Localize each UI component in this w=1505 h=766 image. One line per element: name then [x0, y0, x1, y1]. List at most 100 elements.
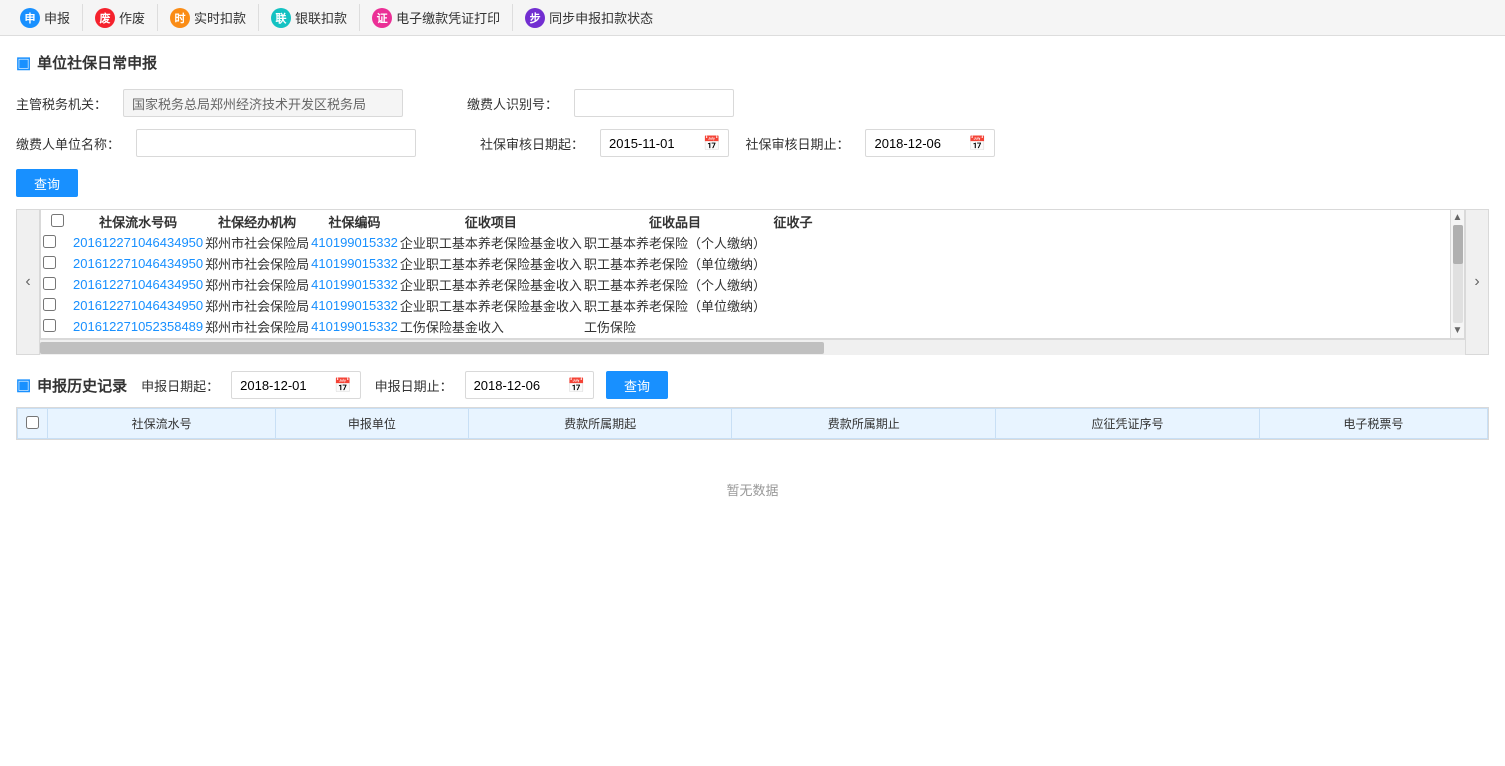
row-checkbox-cell: [43, 254, 71, 273]
history-title-text: 申报历史记录: [37, 375, 127, 396]
row-code[interactable]: 410199015332: [311, 296, 398, 315]
row-org: 郑州市社会保险局: [205, 254, 309, 273]
realtime-label: 实时扣款: [194, 8, 246, 27]
tax-authority-label: 主管税务机关：: [16, 94, 107, 113]
row-sub2: [768, 275, 818, 294]
toolbar-item-apply[interactable]: 申 申报: [8, 4, 83, 31]
history-header: ▣ 申报历史记录 申报日期起： 📅 申报日期止： 📅 查询: [16, 371, 1489, 399]
form-row-1: 主管税务机关： 缴费人识别号：: [16, 89, 1489, 117]
date-end-wrap[interactable]: 📅: [865, 129, 994, 157]
row-serial[interactable]: 201612271046434950: [73, 296, 203, 315]
toolbar-item-unionpay[interactable]: 联 银联扣款: [259, 4, 360, 31]
row-sub: 职工基本养老保险（个人缴纳）: [584, 233, 766, 252]
row-serial[interactable]: 201612271052358489: [73, 317, 203, 336]
row-sub2: [768, 317, 818, 336]
toolbar: 申 申报 废 作废 时 实时扣款 联 银联扣款 证 电子缴款凭证打印 步 同步申…: [0, 0, 1505, 36]
row-sub2: [768, 254, 818, 273]
toolbar-item-sync[interactable]: 步 同步申报扣款状态: [513, 4, 665, 31]
history-query-button[interactable]: 查询: [606, 371, 668, 399]
row-item: 企业职工基本养老保险基金收入: [400, 254, 582, 273]
query-row: 查询: [16, 169, 1489, 197]
row-checkbox[interactable]: [43, 298, 56, 311]
table-row: 201612271046434950 郑州市社会保险局 410199015332…: [43, 254, 818, 273]
row-checkbox[interactable]: [43, 235, 56, 248]
history-start-wrap[interactable]: 📅: [231, 371, 360, 399]
history-table-header-row: 社保流水号 申报单位 费款所属期起 费款所属期止 应征凭证序号 电子税票号: [18, 409, 1488, 439]
row-org: 郑州市社会保险局: [205, 296, 309, 315]
vscroll-down-arrow[interactable]: ▼: [1453, 325, 1463, 336]
history-start-input[interactable]: [240, 378, 330, 393]
date-end-calendar-icon[interactable]: 📅: [968, 135, 985, 152]
row-code[interactable]: 410199015332: [311, 317, 398, 336]
toolbar-item-print[interactable]: 证 电子缴款凭证打印: [360, 4, 513, 31]
payer-name-input[interactable]: [136, 129, 416, 157]
toolbar-item-realtime[interactable]: 时 实时扣款: [158, 4, 259, 31]
row-sub2: [768, 233, 818, 252]
history-start-calendar-icon[interactable]: 📅: [334, 377, 351, 394]
date-end-input[interactable]: [874, 136, 964, 151]
row-checkbox[interactable]: [43, 277, 56, 290]
row-serial[interactable]: 20161227104643495​0: [73, 233, 203, 252]
sync-icon: 步: [525, 8, 545, 28]
row-item: 企业职工基本养老保险基金收入: [400, 296, 582, 315]
print-label: 电子缴款凭证打印: [396, 8, 500, 27]
row-code[interactable]: 410199015332: [311, 254, 398, 273]
toolbar-item-discard[interactable]: 废 作废: [83, 4, 158, 31]
row-code[interactable]: 410199015332: [311, 275, 398, 294]
unionpay-label: 银联扣款: [295, 8, 347, 27]
row-item: 工伤保险基金收入: [400, 317, 582, 336]
row-checkbox[interactable]: [43, 256, 56, 269]
history-start-label: 申报日期起：: [139, 376, 219, 395]
row-sub2: [768, 296, 818, 315]
row-serial[interactable]: 201612271046434950: [73, 254, 203, 273]
row-sub: 职工基本养老保险（个人缴纳）: [584, 275, 766, 294]
lower-section: ▣ 申报历史记录 申报日期起： 📅 申报日期止： 📅 查询 社保流水号: [16, 371, 1489, 539]
scroll-right-arrow[interactable]: ›: [1465, 209, 1489, 355]
section-icon: ▣: [16, 53, 31, 73]
tax-authority-input[interactable]: [123, 89, 403, 117]
row-checkbox-cell: [43, 275, 71, 294]
hist-col-cert-header: 应征凭证序号: [996, 409, 1260, 439]
hist-select-all-checkbox[interactable]: [26, 416, 39, 429]
history-table-wrap: 社保流水号 申报单位 费款所属期起 费款所属期止 应征凭证序号 电子税票号: [16, 407, 1489, 440]
col-sub2-header: 征收子: [768, 212, 818, 231]
discard-icon: 废: [95, 8, 115, 28]
row-serial[interactable]: 201612271046434950: [73, 275, 203, 294]
select-all-checkbox[interactable]: [51, 214, 64, 227]
row-checkbox-cell: [43, 296, 71, 315]
history-end-wrap[interactable]: 📅: [465, 371, 594, 399]
hist-col-period-end-header: 费款所属期止: [732, 409, 996, 439]
row-code[interactable]: 410199015332: [311, 233, 398, 252]
hist-col-checkbox-header: [18, 409, 48, 439]
upper-vscroll[interactable]: ▲ ▼: [1451, 209, 1465, 339]
row-org: 郑州市社会保险局: [205, 275, 309, 294]
upper-query-button[interactable]: 查询: [16, 169, 78, 197]
history-end-calendar-icon[interactable]: 📅: [568, 377, 585, 394]
upper-section: ▣ 单位社保日常申报 主管税务机关： 缴费人识别号： 缴费人单位名称： 社保审核…: [16, 52, 1489, 355]
vscroll-up-arrow[interactable]: ▲: [1453, 212, 1463, 223]
main-content: ▣ 单位社保日常申报 主管税务机关： 缴费人识别号： 缴费人单位名称： 社保审核…: [0, 36, 1505, 766]
row-checkbox-cell: [43, 317, 71, 336]
apply-label: 申报: [44, 8, 70, 27]
row-org: 郑州市社会保险局: [205, 317, 309, 336]
history-table: 社保流水号 申报单位 费款所属期起 费款所属期止 应征凭证序号 电子税票号: [17, 408, 1488, 439]
date-start-wrap[interactable]: 📅: [600, 129, 729, 157]
hscroll-thumb: [40, 342, 824, 354]
form-row-2: 缴费人单位名称： 社保审核日期起： 📅 社保审核日期止： 📅: [16, 129, 1489, 157]
row-checkbox[interactable]: [43, 319, 56, 332]
apply-icon: 申: [20, 8, 40, 28]
payer-id-input[interactable]: [574, 89, 734, 117]
row-item: 企业职工基本养老保险基金收入: [400, 233, 582, 252]
sync-label: 同步申报扣款状态: [549, 8, 653, 27]
hscroll-area[interactable]: [40, 339, 1465, 355]
upper-section-header: ▣ 单位社保日常申报: [16, 52, 1489, 73]
date-start-input[interactable]: [609, 136, 699, 151]
date-start-calendar-icon[interactable]: 📅: [703, 135, 720, 152]
hist-col-unit-header: 申报单位: [276, 409, 469, 439]
scroll-left-arrow[interactable]: ‹: [16, 209, 40, 355]
print-icon: 证: [372, 8, 392, 28]
history-icon: ▣: [16, 375, 31, 395]
history-end-input[interactable]: [474, 378, 564, 393]
row-sub: 职工基本养老保险（单位缴纳）: [584, 296, 766, 315]
row-checkbox-cell: [43, 233, 71, 252]
